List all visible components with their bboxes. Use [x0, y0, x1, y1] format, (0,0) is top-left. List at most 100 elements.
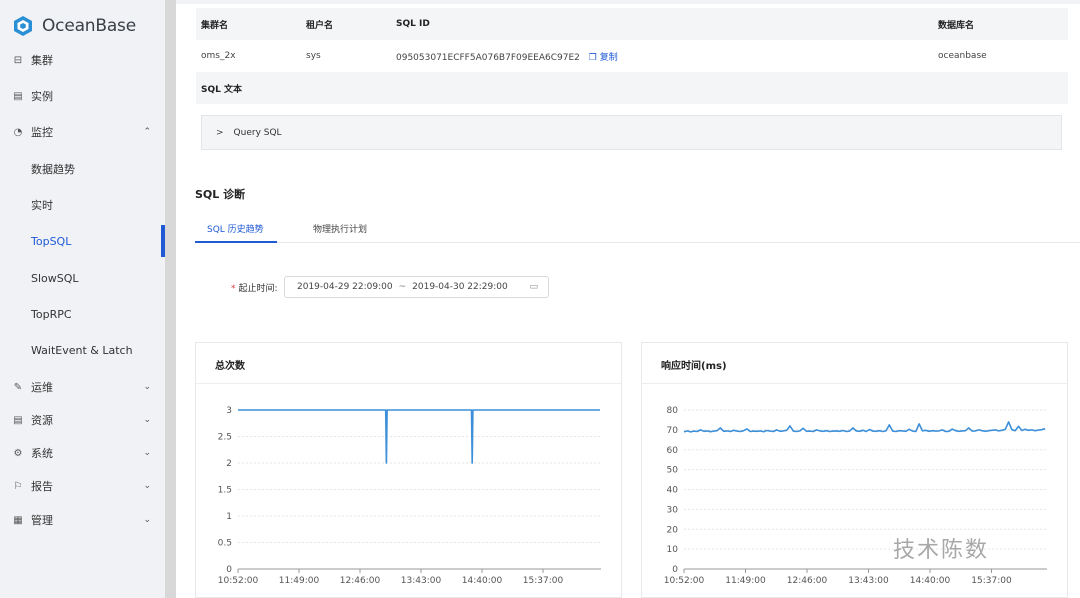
sidebar-item-realtime[interactable]: 实时 — [0, 190, 165, 220]
table-header-row: 集群名 租户名 SQL ID 数据库名 — [196, 8, 1068, 40]
sidebar-item-label: 资源 — [31, 414, 53, 427]
logo[interactable]: OceanBase — [12, 12, 136, 40]
logo-text: OceanBase — [42, 16, 136, 36]
y-tick-label: 0 — [226, 565, 232, 575]
tab-physical-plan[interactable]: 物理执行计划 — [313, 222, 367, 235]
y-tick-label: 30 — [667, 505, 679, 515]
sidebar-item-label: TopRPC — [31, 307, 72, 321]
sidebar-item-report[interactable]: ⚐ 报告 ⌄ — [0, 471, 165, 501]
range-start-input[interactable]: 2019-04-29 22:09:00 — [297, 282, 393, 292]
sidebar-item-ops[interactable]: ✎ 运维 ⌄ — [0, 372, 165, 402]
y-tick-label: 40 — [667, 486, 679, 496]
copy-label: 复制 — [599, 52, 618, 63]
x-tick-label: 11:49:00 — [725, 576, 766, 586]
y-tick-label: 0.5 — [218, 539, 232, 549]
chevron-down-icon: ⌄ — [143, 448, 151, 458]
sidebar-item-data-trend[interactable]: 数据趋势 — [0, 154, 165, 184]
time-range-picker[interactable]: 2019-04-29 22:09:00 ~ 2019-04-30 22:29:0… — [284, 276, 549, 298]
y-tick-label: 1.5 — [218, 486, 232, 496]
y-tick-label: 50 — [667, 466, 679, 476]
instance-icon: ▤ — [13, 90, 23, 102]
sql-info-table: 集群名 租户名 SQL ID 数据库名 oms_2x sys 095053071… — [196, 8, 1068, 104]
sidebar-item-label: TopSQL — [31, 234, 72, 248]
app-window: OceanBase ⊟ 集群 ▤ 实例 ◔ 监控 ⌃ 数据趋势 实时 TopSQ… — [0, 0, 1080, 598]
y-tick-label: 1 — [226, 512, 232, 522]
required-mark: * — [231, 284, 236, 294]
y-tick-label: 10 — [667, 545, 679, 555]
oceanbase-logo-icon — [14, 16, 32, 36]
time-range-label-text: 起止时间: — [238, 284, 278, 294]
chevron-right-icon: > — [216, 127, 224, 138]
chart-title: 响应时间(ms) — [661, 361, 727, 372]
chevron-up-icon: ⌃ — [143, 127, 151, 137]
sidebar-item-label: WaitEvent & Latch — [31, 343, 133, 357]
range-end-input[interactable]: 2019-04-30 22:29:00 — [412, 282, 508, 292]
tab-active-indicator — [195, 241, 277, 243]
sql-id-cell: 095053071ECFF5A076B7F09EEA6C97E2 ❐ 复制 — [396, 50, 618, 63]
sidebar-item-waitevent[interactable]: WaitEvent & Latch — [0, 335, 165, 365]
sql-text-label: SQL 文本 — [201, 84, 243, 95]
range-separator: ~ — [398, 282, 407, 292]
y-tick-label: 0 — [672, 565, 678, 575]
sidebar-item-manage[interactable]: ▦ 管理 ⌄ — [0, 505, 165, 535]
sidebar-item-toprpc[interactable]: TopRPC — [0, 299, 165, 329]
grid-icon: ▦ — [13, 514, 23, 526]
time-range-label: * 起止时间: — [231, 281, 278, 294]
y-tick-label: 20 — [667, 525, 679, 535]
response-time-chart: 0 10 20 30 40 50 60 70 80 10:52:00 11:49:00 12:46:0… — [664, 406, 1047, 586]
x-tick-label: 15:37:00 — [971, 576, 1012, 586]
cluster-name-cell: oms_2x — [201, 51, 236, 61]
series-line — [683, 421, 1046, 433]
wrench-icon: ✎ — [13, 381, 23, 393]
x-tick-label: 13:43:00 — [401, 576, 442, 586]
y-tick-label: 70 — [667, 426, 679, 436]
top-bar — [176, 0, 1080, 4]
table-row: oms_2x sys 095053071ECFF5A076B7F09EEA6C9… — [196, 40, 1068, 72]
copy-button[interactable]: ❐ 复制 — [589, 53, 618, 63]
column-header: 租户名 — [306, 20, 334, 31]
x-tick-label: 10:52:00 — [664, 576, 705, 586]
sidebar-item-resource[interactable]: ▤ 资源 ⌄ — [0, 405, 165, 435]
column-header: 数据库名 — [938, 20, 975, 31]
x-tick-label: 15:37:00 — [523, 576, 564, 586]
sidebar-item-slowsql[interactable]: SlowSQL — [0, 263, 165, 293]
sidebar-item-label: SlowSQL — [31, 271, 79, 285]
cluster-icon: ⊟ — [13, 54, 23, 66]
x-tick-label: 10:52:00 — [218, 576, 259, 586]
sql-id-value: 095053071ECFF5A076B7F09EEA6C97E2 — [396, 52, 580, 63]
resource-icon: ▤ — [13, 414, 23, 426]
sidebar-item-cluster[interactable]: ⊟ 集群 — [0, 45, 165, 75]
tab-sql-history-trend[interactable]: SQL 历史趋势 — [207, 222, 264, 235]
x-tick-label: 14:40:00 — [910, 576, 951, 586]
sidebar-item-label: 系统 — [31, 447, 53, 460]
tenant-name-cell: sys — [306, 51, 321, 61]
sidebar-item-system[interactable]: ⚙ 系统 ⌄ — [0, 438, 165, 468]
query-sql-collapse[interactable]: > Query SQL — [201, 115, 1062, 150]
chevron-down-icon: ⌄ — [143, 415, 151, 425]
sidebar-item-label: 实时 — [31, 199, 53, 212]
chevron-down-icon: ⌄ — [143, 481, 151, 491]
x-tick-label: 11:49:00 — [279, 576, 320, 586]
sidebar-item-label: 管理 — [31, 514, 53, 527]
sidebar-item-label: 数据趋势 — [31, 163, 75, 176]
sidebar-item-monitor[interactable]: ◔ 监控 ⌃ — [0, 117, 165, 147]
column-header: SQL ID — [396, 19, 430, 29]
x-tick-label: 13:43:00 — [848, 576, 889, 586]
total-count-chart: 0 0.5 1 1.5 2 2.5 3 10:52:00 11:49:00 12:46:00 13:… — [218, 406, 601, 586]
chevron-down-icon: ⌄ — [143, 515, 151, 525]
response-time-card: 响应时间(ms) 0 10 20 30 40 50 60 70 80 10:52:00 11:49:… — [641, 342, 1068, 598]
sidebar-item-topsql[interactable]: TopSQL — [0, 226, 165, 256]
y-tick-label: 80 — [667, 406, 679, 416]
main-content: 集群名 租户名 SQL ID 数据库名 oms_2x sys 095053071… — [176, 0, 1080, 598]
calendar-icon[interactable]: ▭ — [529, 282, 538, 292]
x-tick-label: 12:46:00 — [340, 576, 381, 586]
sidebar-item-instance[interactable]: ▤ 实例 — [0, 81, 165, 111]
diagnosis-tabs: SQL 历史趋势 物理执行计划 — [195, 214, 1080, 243]
sidebar-scrollbar[interactable] — [165, 0, 176, 598]
x-tick-label: 12:46:00 — [787, 576, 828, 586]
query-sql-label: Query SQL — [233, 127, 282, 138]
copy-icon: ❐ — [588, 52, 597, 63]
sidebar: OceanBase ⊟ 集群 ▤ 实例 ◔ 监控 ⌃ 数据趋势 实时 TopSQ… — [0, 0, 176, 598]
column-header: 集群名 — [201, 20, 229, 31]
sidebar-item-label: 监控 — [31, 126, 53, 139]
